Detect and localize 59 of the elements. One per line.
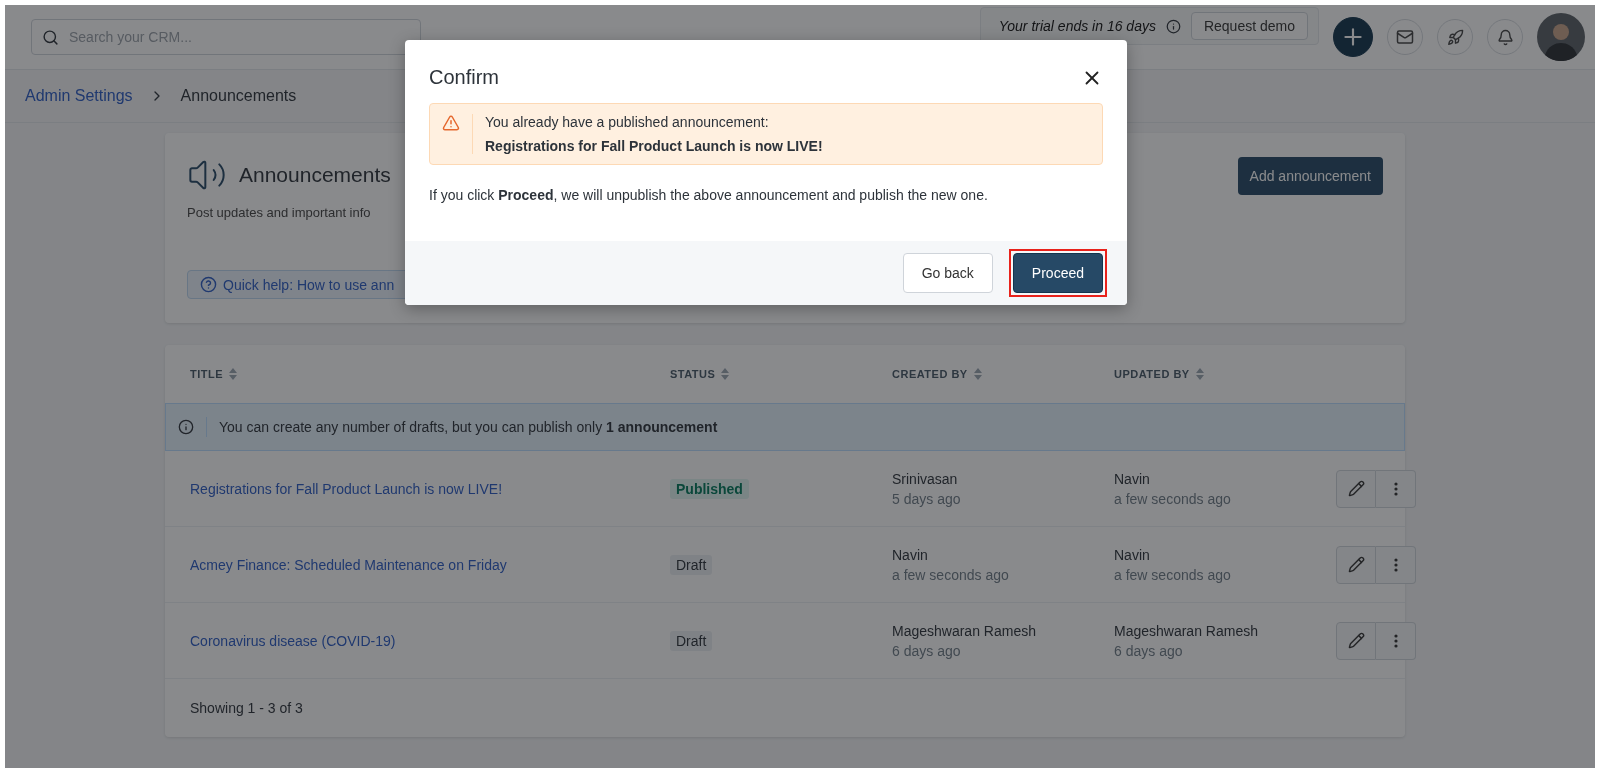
pencil-icon [1347, 556, 1365, 573]
status-badge: Draft [670, 630, 713, 651]
created-time: 6 days ago [892, 642, 962, 659]
creator-name: Mageshwaran Ramesh [892, 622, 1037, 639]
notifications-button[interactable] [1487, 19, 1523, 55]
request-demo-button[interactable]: Request demo [1190, 12, 1308, 40]
column-header[interactable]: TITLE [190, 368, 224, 380]
pencil-icon [1347, 480, 1365, 497]
status-badge: Published [670, 478, 749, 499]
warning-icon [442, 114, 460, 132]
rocket-button[interactable] [1437, 19, 1473, 55]
creator-name: Srinivasan [892, 470, 959, 487]
edit-button[interactable] [1336, 469, 1376, 508]
updater-name: Navin [1114, 546, 1151, 563]
trial-text: Your trial ends in 16 days [998, 18, 1156, 34]
page-title: Announcements [239, 163, 391, 187]
dialog-title: Confirm [429, 66, 499, 89]
avatar[interactable] [1537, 13, 1585, 61]
alert-announcement-title: Registrations for Fall Product Launch is now LIVE! [485, 138, 823, 154]
edit-button[interactable] [1336, 621, 1376, 660]
more-icon [1393, 481, 1398, 496]
column-header[interactable]: STATUS [670, 368, 716, 380]
mail-button[interactable] [1387, 19, 1423, 55]
updated-time: 6 days ago [1114, 642, 1184, 659]
updated-time: a few seconds ago [1114, 490, 1232, 507]
description: Post updates and important info [187, 205, 372, 220]
created-time: a few seconds ago [892, 566, 1010, 583]
proceed-button[interactable]: Proceed [1012, 253, 1103, 293]
help-icon [200, 276, 217, 293]
pagination-text: Showing 1 - 3 of 3 [190, 700, 303, 716]
notice-text: You can create any number of drafts, but you can publish only 1 announcement [219, 419, 718, 435]
edit-button[interactable] [1336, 545, 1376, 584]
announcement-link[interactable]: Registrations for Fall Product Launch is now LIVE! [190, 480, 670, 497]
more-icon [1393, 633, 1398, 648]
creator-name: Navin [892, 546, 929, 563]
search-icon [42, 28, 59, 46]
breadcrumb-link[interactable]: Admin Settings [25, 87, 133, 105]
more-icon [1393, 557, 1398, 572]
updater-name: Navin [1114, 470, 1151, 487]
column-header[interactable]: UPDATED BY [1114, 368, 1190, 380]
updater-name: Mageshwaran Ramesh [1114, 622, 1259, 639]
breadcrumb-current: Announcements [180, 87, 297, 105]
dialog-message: If you click Proceed, we will unpublish the above announcement and publish the new one. [429, 187, 988, 203]
pencil-icon [1347, 632, 1365, 649]
created-time: 5 days ago [892, 490, 962, 507]
announcement-link[interactable]: Coronavirus disease (COVID-19) [190, 632, 670, 649]
alert-text: You already have a published announcement: [485, 114, 770, 130]
bell-icon [1496, 28, 1514, 46]
info-icon [1165, 18, 1181, 34]
status-badge: Draft [670, 554, 713, 575]
column-header[interactable]: CREATED BY [892, 368, 968, 380]
mail-icon [1396, 28, 1414, 46]
add-button[interactable] [1333, 17, 1373, 57]
info-icon [178, 419, 194, 435]
go-back-button[interactable]: Go back [902, 253, 993, 293]
rocket-icon [1446, 28, 1464, 46]
updated-time: a few seconds ago [1114, 566, 1232, 583]
announcement-link[interactable]: Acmey Finance: Scheduled Maintenance on Friday [190, 556, 670, 573]
add-announcement-button[interactable]: Add announcement [1237, 157, 1383, 195]
